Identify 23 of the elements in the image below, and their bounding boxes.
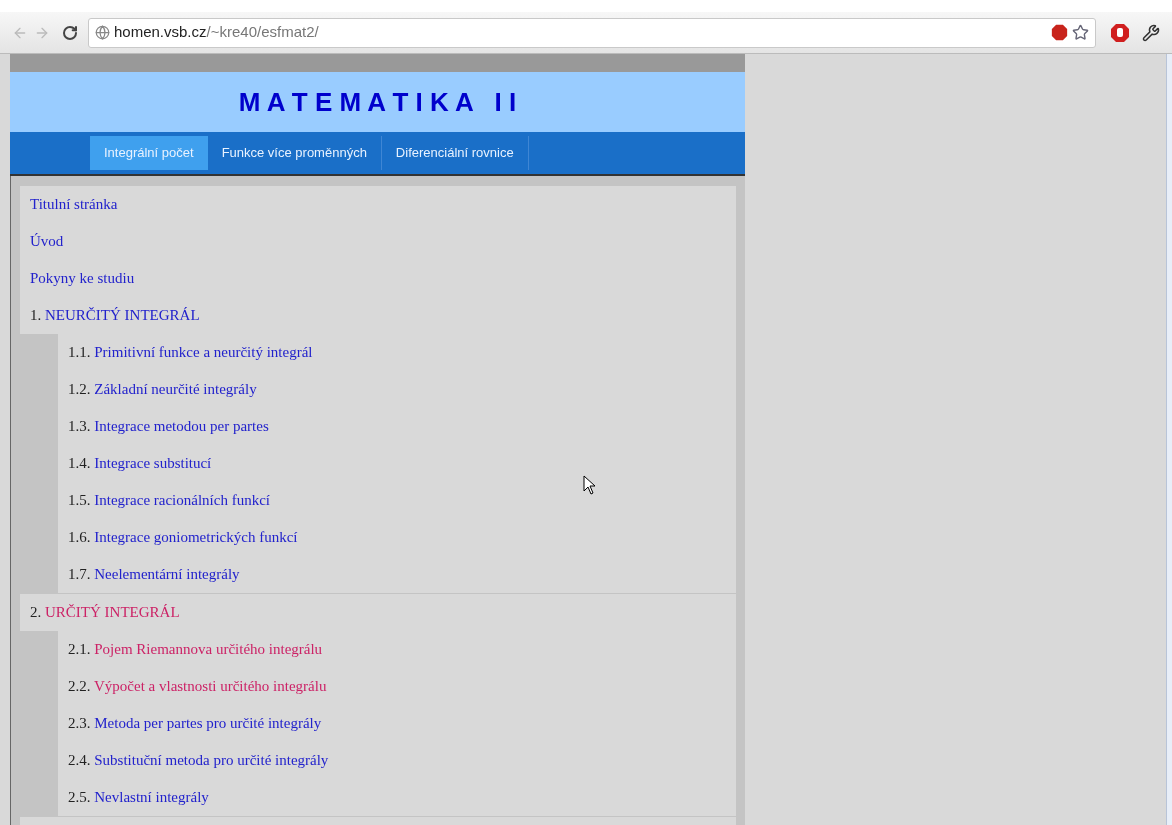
mouse-cursor-icon	[583, 475, 597, 495]
star-icon[interactable]	[1072, 24, 1089, 41]
contents-link[interactable]: 2.5. Nevlastní integrály	[68, 786, 209, 809]
contents-link[interactable]: 1.3. Integrace metodou per partes	[68, 415, 269, 438]
contents-link[interactable]: 1.7. Neelementární integrály	[68, 563, 240, 586]
nav-tab[interactable]: Diferenciální rovnice	[381, 136, 529, 170]
page-title: M A T E M A T I K A I I	[238, 85, 517, 119]
contents-link[interactable]: Úvod	[30, 230, 64, 253]
reload-icon[interactable]	[62, 24, 78, 41]
stop-sign-icon[interactable]	[1110, 22, 1130, 43]
contents-link[interactable]: 1.5. Integrace racionálních funkcí	[68, 489, 270, 512]
contents-link[interactable]: 1.2. Základní neurčité integrály	[68, 378, 257, 401]
contents-link[interactable]: 1.4. Integrace substitucí	[68, 452, 212, 475]
nav-tab[interactable]: Funkce více proměnných	[207, 136, 382, 170]
settings-icon[interactable]	[1142, 23, 1160, 42]
contents-link[interactable]: Titulní stránka	[30, 193, 118, 216]
contents-link[interactable]: Pokyny ke studiu	[30, 267, 135, 290]
ad-block-icon[interactable]	[1051, 24, 1068, 41]
contents-link[interactable]: 2. URČITÝ INTEGRÁL	[30, 601, 180, 624]
globe-icon	[95, 25, 110, 40]
address-bar[interactable]: homen.vsb.cz/~kre40/esfmat2/	[88, 17, 1096, 48]
contents-link[interactable]: 1. NEURČITÝ INTEGRÁL	[30, 304, 200, 327]
url-text: homen.vsb.cz/~kre40/esfmat2/	[114, 22, 320, 43]
